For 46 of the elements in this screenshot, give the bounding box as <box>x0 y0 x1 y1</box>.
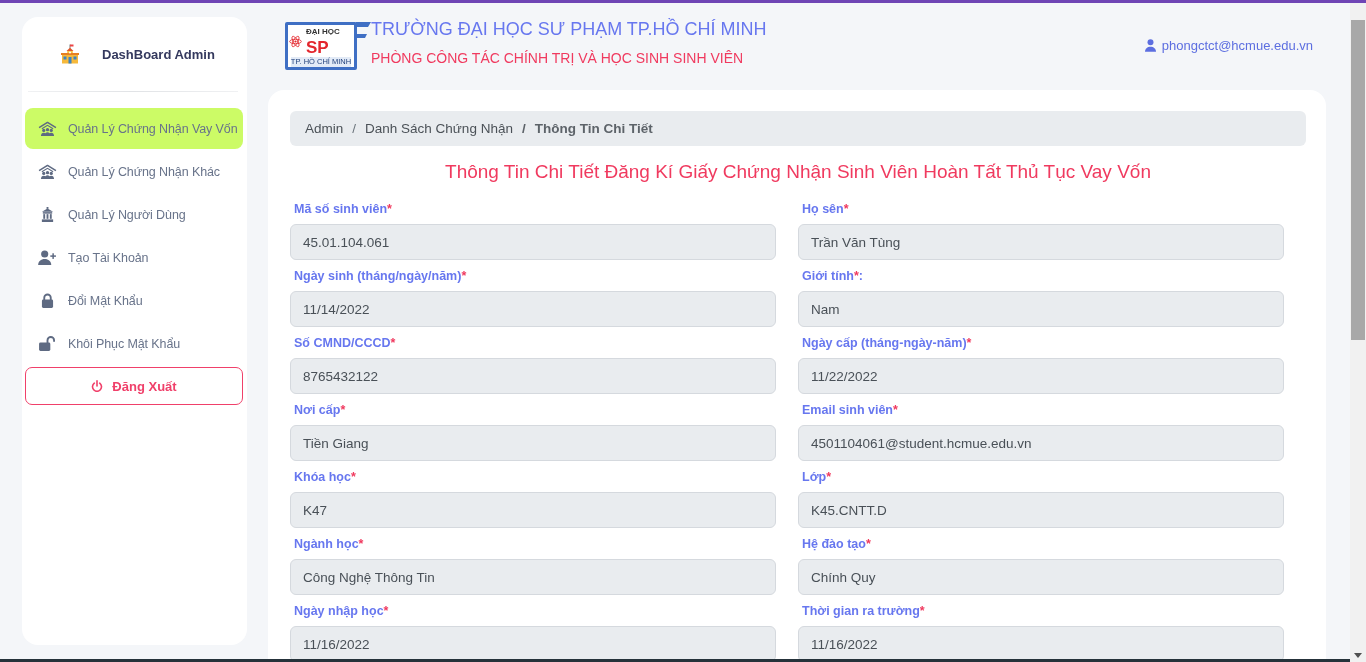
sidebar-item[interactable]: Tạo Tài Khoản <box>25 237 243 278</box>
scrollbar-thumb[interactable] <box>1351 20 1365 340</box>
house-people-icon <box>38 121 57 136</box>
building-icon <box>40 207 55 222</box>
field-label: Mã số sinh viên* <box>294 201 392 218</box>
field-label: Khóa học* <box>294 469 356 486</box>
scrollbar[interactable] <box>1350 3 1366 662</box>
field-label: Lớp* <box>802 469 832 486</box>
logo-caption: ĐẠI HỌC <box>305 26 340 37</box>
house-people-icon <box>38 164 57 179</box>
field-label: Số CMND/CCCD* <box>294 335 396 352</box>
field-label: Ngày nhập học* <box>294 603 389 620</box>
breadcrumb-separator: / <box>351 121 358 136</box>
breadcrumb-link[interactable]: Danh Sách Chứng Nhận <box>365 121 513 136</box>
sidebar-item[interactable]: Đổi Mật Khẩu <box>25 280 243 321</box>
field-label: Thời gian ra trường* <box>802 603 925 620</box>
atom-icon <box>289 35 302 48</box>
power-icon <box>91 380 104 392</box>
school-icon <box>60 44 80 64</box>
field-label: Họ sên* <box>802 201 849 218</box>
user-email-link[interactable]: phongctct@hcmue.edu.vn <box>1144 37 1313 53</box>
field-label: Ngày cấp (tháng-ngày-năm)* <box>802 335 972 352</box>
unlock-icon <box>39 336 56 351</box>
field-label: Email sinh viên* <box>802 402 898 419</box>
user-icon <box>1144 38 1156 52</box>
field-label: Hệ đào tạo* <box>802 536 871 553</box>
scroll-down-icon[interactable] <box>1354 653 1362 658</box>
sidebar-item[interactable]: Quản Lý Người Dùng <box>25 194 243 235</box>
breadcrumb-link[interactable]: Admin <box>305 121 344 136</box>
user-plus-icon <box>38 250 57 265</box>
page-title: Thông Tin Chi Tiết Đăng Kí Giấy Chứng Nhận Sinh Viên Hoàn Tất Thủ Tục Vay Vốn <box>444 160 1152 184</box>
lock-icon <box>41 293 54 308</box>
logout-button[interactable]: Đăng Xuất <box>25 367 243 405</box>
field-label: Giới tính*: <box>802 268 863 285</box>
department-name: PHÒNG CÔNG TÁC CHÍNH TRỊ VÀ HỌC SINH SINH VIÊN <box>371 49 745 68</box>
logo-initials: SP <box>305 37 329 57</box>
school-name: TRƯỜNG ĐẠI HỌC SƯ PHẠM TP.HỒ CHÍ MINH <box>371 17 767 41</box>
field-label: Ngày sinh (tháng/ngày/năm)* <box>294 268 467 285</box>
brand-title: DashBoard Admin <box>102 46 215 62</box>
sidebar-item[interactable]: Quản Lý Chứng Nhận Khác <box>25 151 243 192</box>
breadcrumb-current: Thông Tin Chi Tiết <box>534 121 653 136</box>
sidebar-item[interactable]: Quản Lý Chứng Nhận Vay Vốn <box>25 108 243 149</box>
breadcrumb-separator: / <box>520 121 527 136</box>
field-label: Ngành học* <box>294 536 364 553</box>
field-label: Nơi cấp* <box>294 402 346 419</box>
sidebar-item[interactable]: Khôi Phục Mật Khẩu <box>25 323 243 364</box>
